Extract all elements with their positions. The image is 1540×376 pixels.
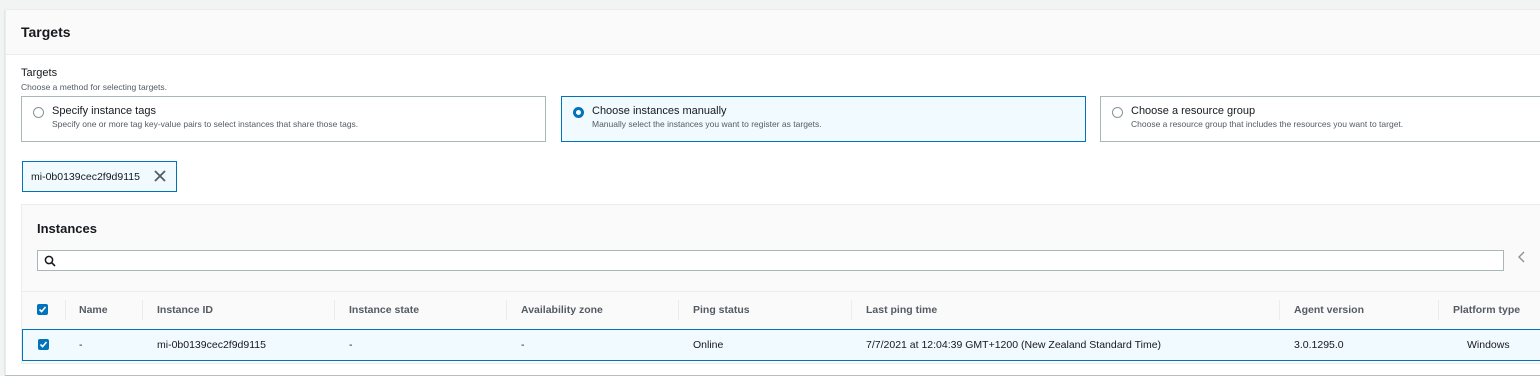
cell-agent-version: 3.0.1295.0 [1294, 339, 1344, 351]
column-divider [334, 300, 335, 320]
targets-field-description: Choose a method for selecting targets. [21, 82, 167, 92]
cell-availability-zone: - [521, 339, 525, 351]
cell-instance-state: - [349, 339, 353, 351]
column-header-ping-status[interactable]: Ping status [693, 304, 750, 316]
column-divider [678, 300, 679, 320]
column-header-last-ping-time[interactable]: Last ping time [866, 304, 937, 316]
table-row[interactable]: - mi-0b0139cec2f9d9115 - - Online 7/7/20… [22, 329, 1540, 361]
column-header-instance-state[interactable]: Instance state [349, 304, 419, 316]
column-header-availability-zone[interactable]: Availability zone [521, 304, 603, 316]
close-icon[interactable] [153, 169, 167, 183]
panel-title: Targets [21, 24, 71, 40]
column-divider [142, 300, 143, 320]
cell-instance-id: mi-0b0139cec2f9d9115 [157, 339, 266, 351]
instances-table-container: Instances Name Instance ID Instance stat… [21, 204, 1540, 364]
select-all-checkbox[interactable] [37, 304, 48, 315]
targets-field-label: Targets [21, 67, 58, 79]
column-divider [65, 300, 66, 320]
option-description: Choose a resource group that includes th… [1131, 119, 1404, 129]
cell-platform-type: Windows [1467, 339, 1510, 351]
option-choose-instances-manually[interactable]: Choose instances manually Manually selec… [561, 96, 1086, 142]
column-header-agent-version[interactable]: Agent version [1294, 304, 1364, 316]
option-specify-instance-tags[interactable]: Specify instance tags Specify one or mor… [21, 96, 546, 142]
column-divider [1279, 300, 1280, 320]
column-header-name[interactable]: Name [79, 304, 108, 316]
cell-last-ping-time: 7/7/2021 at 12:04:39 GMT+1200 (New Zeala… [866, 339, 1162, 351]
cell-name: - [79, 339, 83, 351]
token-label: mi-0b0139cec2f9d9115 [31, 171, 140, 183]
radio-specify-instance-tags[interactable] [33, 107, 44, 118]
column-divider [851, 300, 852, 320]
instances-title: Instances [37, 221, 97, 236]
targets-panel: Targets Targets Choose a method for sele… [5, 9, 1540, 375]
cell-ping-status: Online [693, 339, 724, 351]
option-title: Specify instance tags [52, 105, 156, 117]
column-header-instance-id[interactable]: Instance ID [157, 304, 213, 316]
selected-instance-token: mi-0b0139cec2f9d9115 [22, 161, 177, 192]
search-icon [44, 254, 56, 267]
row-checkbox[interactable] [38, 339, 49, 350]
instances-search-input[interactable] [37, 250, 1504, 271]
option-title: Choose instances manually [592, 105, 727, 117]
option-description: Manually select the instances you want t… [592, 119, 822, 129]
option-choose-resource-group[interactable]: Choose a resource group Choose a resourc… [1100, 96, 1540, 142]
table-header: Name Instance ID Instance state Availabi… [22, 291, 1540, 328]
chevron-left-icon[interactable] [1515, 249, 1529, 265]
option-title: Choose a resource group [1131, 105, 1256, 117]
column-header-platform-type[interactable]: Platform type [1453, 304, 1520, 316]
option-description: Specify one or more tag key-value pairs … [52, 119, 359, 129]
panel-header: Targets [6, 10, 1540, 55]
column-divider [1438, 300, 1439, 320]
radio-choose-instances-manually[interactable] [573, 107, 584, 118]
radio-choose-resource-group[interactable] [1112, 107, 1123, 118]
column-divider [506, 300, 507, 320]
